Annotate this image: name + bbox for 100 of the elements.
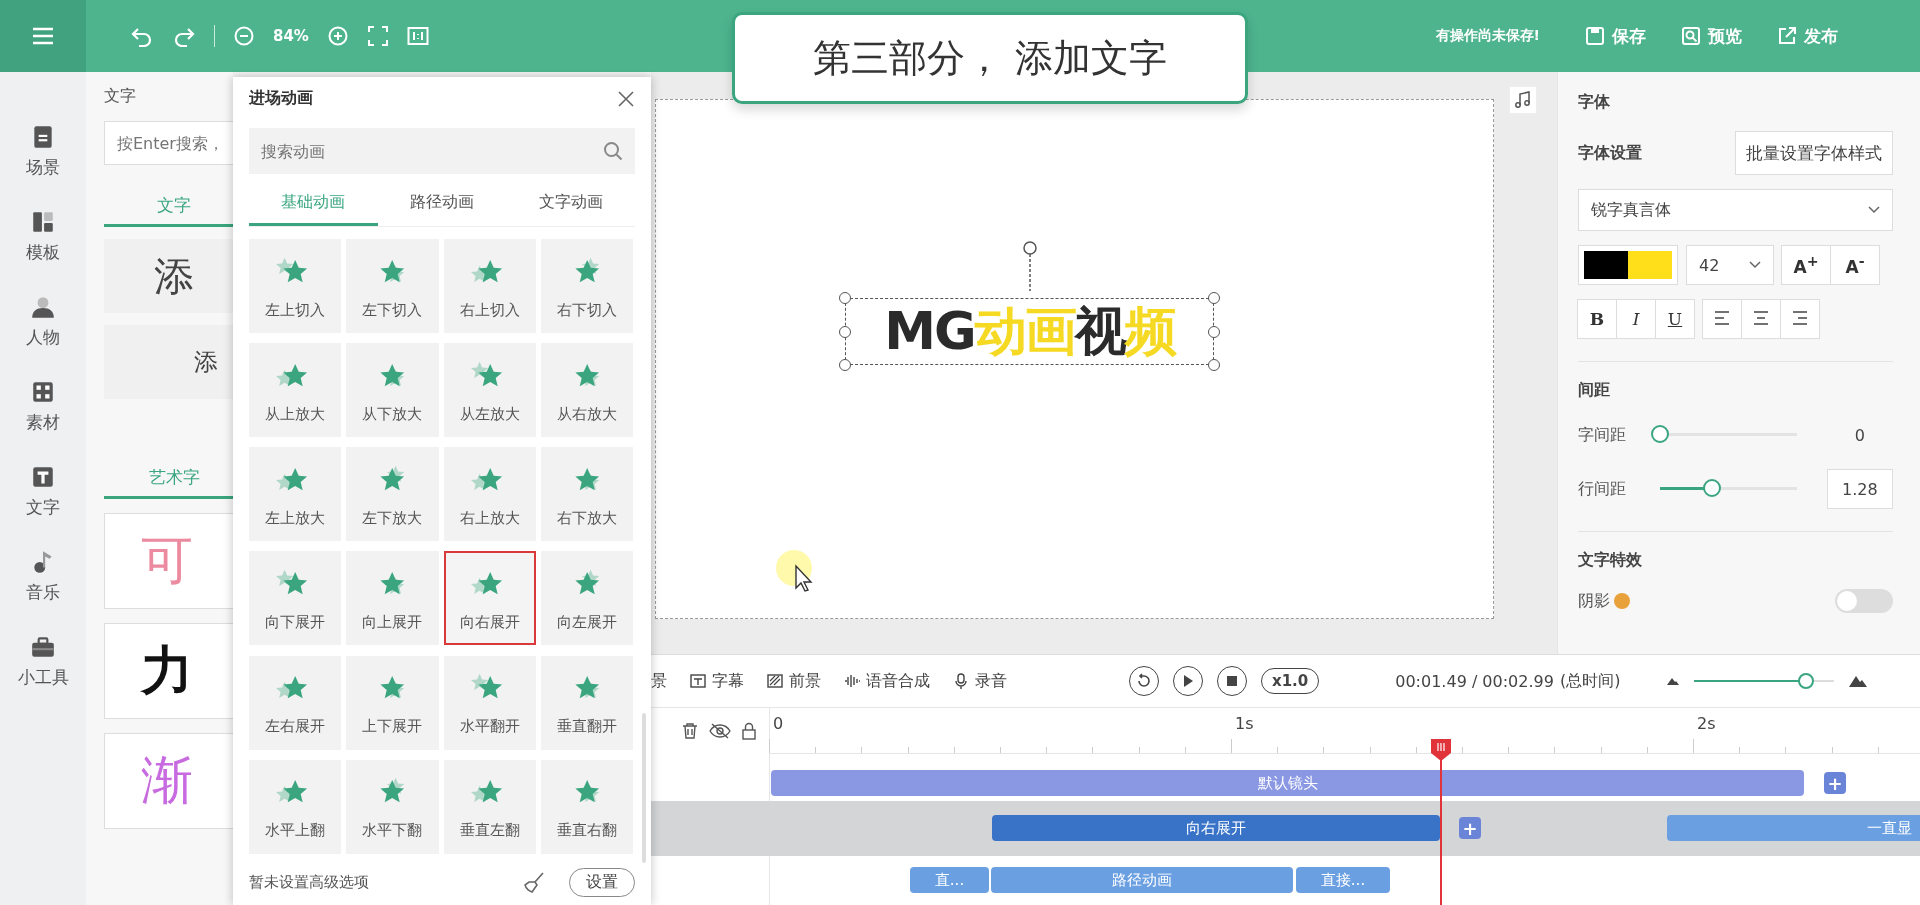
animation-tile[interactable]: 垂直翻开 (540, 655, 633, 750)
zoom-out-button[interactable] (233, 25, 255, 47)
animation-search-field[interactable]: 搜索动画 (249, 128, 635, 174)
batch-font-style-button[interactable]: 批量设置字体样式 (1735, 131, 1893, 175)
playback-speed-button[interactable]: x1.0 (1261, 668, 1320, 695)
animation-tab[interactable]: 路径动画 (377, 182, 507, 226)
animation-tile[interactable]: 右上放大 (443, 447, 536, 542)
toggle-switch[interactable] (1835, 589, 1893, 613)
slider-thumb[interactable] (1650, 425, 1669, 443)
animation-tile[interactable]: 向下展开 (249, 551, 342, 646)
timeline-tool-button[interactable]: 前景 (766, 670, 821, 692)
timeline-clip[interactable]: 向右展开 (992, 815, 1440, 842)
slider-label: 行间距 (1578, 478, 1627, 500)
timeline-tool-button[interactable]: 景 (651, 670, 667, 692)
sidebar-item[interactable]: 模板 (24, 205, 62, 268)
resize-handle[interactable] (839, 292, 851, 304)
animation-tile[interactable]: 左上切入 (249, 239, 342, 333)
animation-tile[interactable]: 向上展开 (346, 551, 439, 646)
redo-button[interactable] (172, 25, 196, 47)
undo-button[interactable] (130, 25, 154, 47)
animation-tile[interactable]: 左上放大 (249, 447, 342, 542)
total-time-label: (总时间) (1559, 670, 1621, 692)
animation-tile[interactable]: 右下切入 (540, 239, 633, 333)
timeline-tool-button[interactable]: 字幕 (689, 670, 744, 692)
lock-icon[interactable] (741, 722, 757, 741)
animation-tile[interactable]: 左右展开 (249, 655, 342, 750)
animation-tile[interactable]: 左下放大 (346, 447, 439, 542)
align-left-button[interactable] (1702, 299, 1742, 339)
animation-tile[interactable]: 水平下翻 (346, 759, 439, 854)
replay-button[interactable] (1129, 666, 1159, 697)
text-style-button[interactable]: B (1577, 299, 1617, 339)
animation-tile[interactable]: 水平上翻 (249, 759, 342, 854)
trash-icon[interactable] (681, 722, 699, 741)
timeline-tool-button[interactable]: 语音合成 (843, 670, 930, 692)
animation-tile[interactable]: 向左展开 (540, 551, 633, 646)
animation-tile[interactable]: 从右放大 (540, 343, 633, 438)
sidebar-item[interactable]: 素材 (24, 375, 62, 438)
effect-label: 阴影 (1578, 590, 1610, 612)
animation-tile[interactable]: 上下展开 (346, 655, 439, 750)
rotate-handle[interactable] (1022, 241, 1037, 291)
color-swatch[interactable] (1578, 245, 1678, 285)
font-family-dropdown[interactable]: 锐字真言体 (1578, 189, 1893, 231)
music-note-icon (1514, 91, 1532, 109)
animation-tile[interactable]: 从左放大 (443, 343, 536, 438)
animation-tab[interactable]: 文字动画 (506, 182, 635, 226)
layout-icon (30, 209, 56, 235)
font-size-step-button[interactable]: A$^{-}$ (1830, 245, 1880, 285)
play-button[interactable] (1173, 666, 1203, 697)
slider-thumb[interactable] (1702, 479, 1721, 497)
external-link-icon (1776, 25, 1798, 47)
sidebar-item[interactable]: 音乐 (24, 545, 62, 608)
settings-button[interactable]: 设置 (569, 867, 635, 897)
text-style-card[interactable]: 添 (104, 239, 233, 313)
zoom-in-button[interactable] (326, 25, 349, 47)
actual-size-button[interactable] (406, 26, 429, 46)
font-size-step-button[interactable]: A$^{+}$ (1781, 245, 1831, 285)
align-right-button[interactable] (1780, 299, 1820, 339)
ruler-label: 2s (1697, 714, 1716, 734)
canvas-title-text[interactable]: MG动画视频 (884, 296, 1175, 367)
timeline-tool-button[interactable]: 录音 (952, 670, 1007, 692)
slider-thumb[interactable] (1798, 673, 1815, 690)
stop-button[interactable] (1217, 666, 1247, 697)
canvas-stage[interactable]: MG动画视频 (655, 99, 1494, 619)
resize-handle[interactable] (839, 359, 851, 371)
text-style-button[interactable]: U (1655, 299, 1695, 339)
art-text-card[interactable]: 力 (104, 623, 233, 719)
align-center-button[interactable] (1741, 299, 1781, 339)
sidebar-item[interactable]: 人物 (24, 290, 62, 353)
music-button[interactable] (1509, 86, 1537, 114)
animation-tile[interactable]: 垂直左翻 (443, 759, 536, 854)
text-style-button[interactable]: I (1616, 299, 1656, 339)
animation-tile[interactable]: 垂直右翻 (540, 759, 633, 854)
search-field[interactable]: 按Enter搜索， (104, 121, 233, 165)
animation-tile[interactable]: 向右展开 (443, 551, 536, 646)
add-clip-button[interactable]: + (1459, 817, 1481, 840)
resize-handle[interactable] (1208, 292, 1220, 304)
playback-time: 00:01.49 / 00:02.99 (1395, 671, 1554, 691)
sidebar-item[interactable]: 文字 (24, 460, 62, 523)
animation-tile[interactable]: 水平翻开 (443, 655, 536, 750)
section-heading: 文字特效 (1578, 550, 1643, 571)
animation-tile[interactable]: 左下切入 (346, 239, 439, 333)
resize-handle[interactable] (839, 325, 851, 338)
animation-tile[interactable]: 右上切入 (443, 239, 536, 333)
animation-tile[interactable]: 右下放大 (540, 447, 633, 542)
align-right-icon (1792, 311, 1808, 325)
resize-handle[interactable] (1208, 359, 1220, 371)
text-style-card[interactable]: 添 (104, 325, 233, 399)
mountain-icon (1848, 674, 1869, 689)
resize-handle[interactable] (1208, 325, 1220, 338)
animation-tile[interactable]: 从下放大 (346, 343, 439, 438)
eye-slash-icon[interactable] (709, 722, 731, 741)
slider-value[interactable]: 1.28 (1826, 469, 1893, 509)
font-size-dropdown[interactable]: 42 (1686, 245, 1774, 285)
close-button[interactable] (617, 89, 635, 108)
animation-tile[interactable]: 从上放大 (249, 343, 342, 438)
fullscreen-button[interactable] (366, 25, 389, 47)
sidebar-item[interactable]: 小工具 (15, 630, 71, 693)
chevron-down-icon (1749, 261, 1761, 269)
add-clip-button[interactable]: + (1824, 772, 1846, 795)
sidebar-item[interactable]: 场景 (24, 120, 62, 183)
